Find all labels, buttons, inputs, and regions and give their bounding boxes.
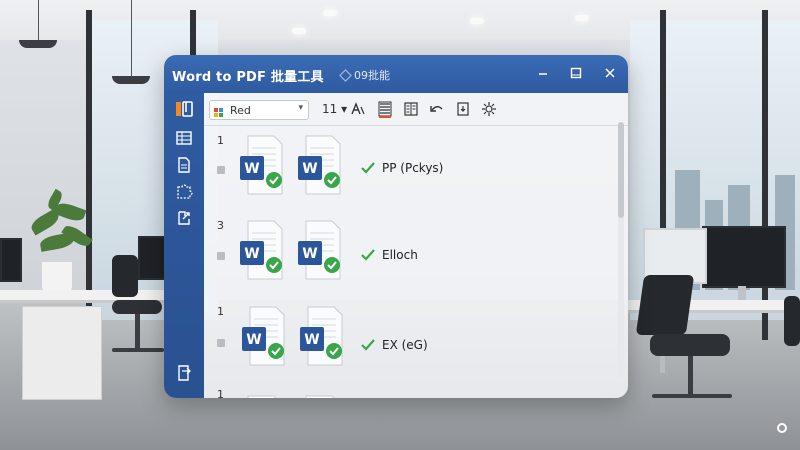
file-row[interactable]: 1 W W PP (Pckys): [204, 134, 614, 220]
status-label: EX (eG): [382, 338, 428, 352]
word-document-icon: [294, 394, 344, 398]
sidebar: [164, 93, 204, 398]
word-document-icon: [236, 394, 286, 398]
minimize-icon: [539, 73, 547, 75]
minimize-button[interactable]: [534, 64, 552, 82]
pendant-lamp: [112, 76, 150, 84]
monitor: [702, 226, 786, 288]
row-index: 1: [217, 305, 224, 318]
restore-icon: [570, 67, 582, 79]
share-icon[interactable]: [174, 208, 194, 228]
word-document-icon: W: [296, 305, 346, 369]
app-logo-icon[interactable]: [174, 99, 194, 119]
close-button[interactable]: [601, 64, 619, 82]
row-checkbox[interactable]: [217, 339, 225, 347]
app-window: Word to PDF 批量工具 09批能 Red ▾ 11 ▾ 1 W W P…: [164, 55, 628, 398]
puzzle-icon[interactable]: [174, 181, 194, 201]
row-checkbox[interactable]: [217, 166, 225, 174]
font-select[interactable]: Red ▾: [209, 100, 309, 120]
list-icon[interactable]: [376, 100, 394, 118]
word-document-icon: W: [236, 134, 286, 198]
file-row[interactable]: 1: [204, 388, 614, 398]
check-icon: [360, 160, 376, 176]
file-row[interactable]: 1 W W EX (eG): [204, 305, 614, 391]
svg-text:W: W: [244, 161, 259, 177]
word-document-icon: W: [294, 219, 344, 283]
word-document-icon: W: [236, 219, 286, 283]
grid-icon[interactable]: [174, 128, 194, 148]
file-row[interactable]: 3 W W Elloch: [204, 219, 614, 305]
columns-icon[interactable]: [402, 100, 420, 118]
maximize-button[interactable]: [567, 64, 585, 82]
check-icon: [360, 337, 376, 353]
font-select-value: Red: [230, 104, 251, 117]
svg-text:W: W: [246, 332, 261, 348]
word-document-icon: W: [294, 134, 344, 198]
document-icon[interactable]: [174, 155, 194, 175]
chevron-down-icon: ▾: [298, 103, 303, 113]
row-index: 1: [217, 134, 224, 147]
corner-indicator: [777, 423, 787, 433]
svg-text:W: W: [302, 161, 317, 177]
check-icon: [360, 247, 376, 263]
close-icon: [605, 68, 615, 78]
word-document-icon: W: [238, 305, 288, 369]
exit-icon[interactable]: [174, 363, 194, 383]
undo-icon[interactable]: [428, 100, 446, 118]
svg-text:W: W: [304, 332, 319, 348]
window-title: Word to PDF 批量工具: [172, 70, 324, 85]
scrollbar[interactable]: [618, 122, 624, 378]
svg-text:W: W: [302, 246, 317, 262]
toolbar: Red ▾ 11 ▾: [204, 93, 628, 126]
row-checkbox[interactable]: [217, 252, 225, 260]
file-cabinet: [22, 306, 102, 400]
title-bar: Word to PDF 批量工具 09批能: [164, 55, 628, 93]
svg-text:W: W: [244, 246, 259, 262]
pendant-lamp: [19, 40, 57, 48]
text-format-icon[interactable]: [349, 100, 367, 118]
status-label: PP (Pckys): [382, 161, 444, 175]
office-chair: [635, 275, 695, 335]
file-list: 1 W W PP (Pckys) 3 W W Elloch 1 W W EX (…: [204, 126, 628, 398]
window-subtitle: 09批能: [354, 69, 390, 82]
diamond-icon: [339, 67, 352, 82]
row-index: 1: [217, 388, 224, 398]
color-blocks-icon: [213, 104, 225, 117]
settings-icon[interactable]: [480, 100, 498, 118]
row-index: 3: [217, 219, 224, 232]
scrollbar-thumb[interactable]: [618, 122, 624, 218]
export-icon[interactable]: [454, 100, 472, 118]
status-label: Elloch: [382, 248, 418, 262]
font-size-dropdown[interactable]: 11 ▾: [322, 102, 347, 116]
